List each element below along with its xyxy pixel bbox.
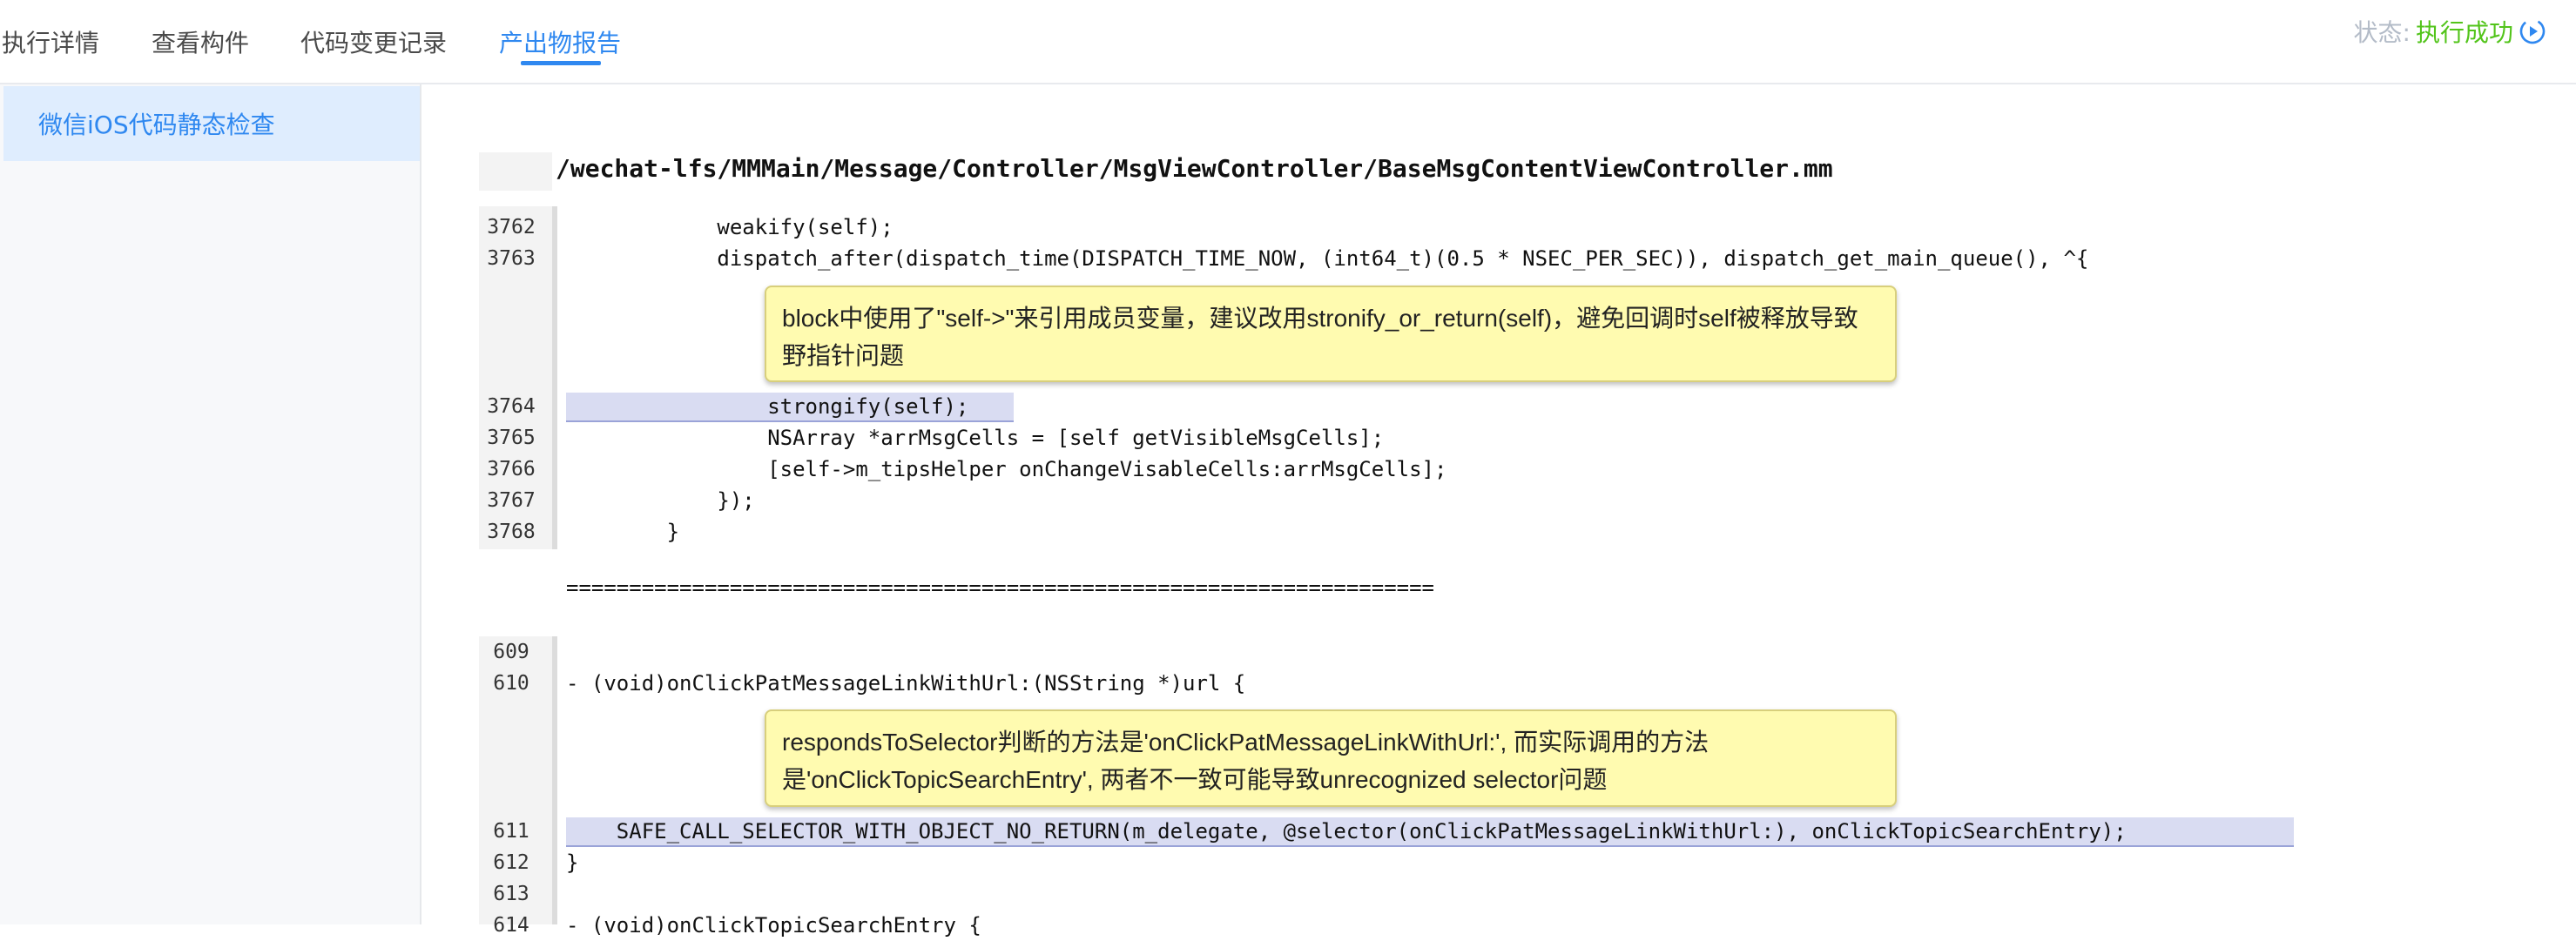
code-line: 614 - (void)onClickTopicSearchEntry { [423, 910, 2574, 941]
line-number: 3766 [487, 458, 536, 481]
tab-execution-details[interactable]: 执行详情 [2, 0, 99, 83]
code-line-highlighted: 3764 strongify(self); [423, 391, 2574, 422]
code-line: 613 [423, 878, 2574, 910]
code-line: 3766 [self->m_tipsHelper onChangeVisable… [423, 454, 2574, 485]
file-separator: ========================================… [566, 575, 1434, 600]
line-number: 609 [493, 641, 529, 663]
file-path: /wechat-lfs/MMMain/Message/Controller/Ms… [556, 154, 1833, 183]
issue-note-selector-mismatch: respondsToSelector判断的方法是'onClickPatMessa… [765, 709, 1897, 807]
line-number: 612 [493, 851, 529, 874]
tab-view-artifacts[interactable]: 查看构件 [152, 0, 249, 83]
line-number: 3762 [487, 216, 536, 239]
tab-output-report[interactable]: 产出物报告 [499, 0, 621, 83]
sidebar-item-label: 微信iOS代码静态检查 [38, 111, 275, 139]
code-line: 3763 dispatch_after(dispatch_time(DISPAT… [423, 243, 2574, 274]
status-label: 状态: [2353, 18, 2411, 47]
active-tab-indicator [521, 61, 601, 65]
line-number: 3767 [487, 489, 536, 512]
code-line: 3768 } [423, 516, 2574, 548]
code-text: }); [566, 488, 755, 513]
top-tab-bar: 执行详情 查看构件 代码变更记录 产出物报告 状态: 执行成功 [0, 0, 2576, 84]
code-line: 3767 }); [423, 485, 2574, 516]
code-line: 609 [423, 636, 2574, 668]
report-content: /wechat-lfs/MMMain/Message/Controller/Ms… [423, 84, 2576, 938]
play-circle-icon[interactable] [2519, 17, 2546, 45]
tab-code-change-log[interactable]: 代码变更记录 [300, 0, 447, 83]
line-number: 3763 [487, 247, 536, 270]
line-number: 3764 [487, 395, 536, 418]
code-line: 3765 NSArray *arrMsgCells = [self getVis… [423, 422, 2574, 454]
code-text: } [566, 520, 680, 544]
code-text: NSArray *arrMsgCells = [self getVisibleM… [566, 426, 1385, 450]
code-text: [self->m_tipsHelper onChangeVisableCells… [566, 457, 1447, 481]
status-value: 执行成功 [2415, 18, 2513, 47]
line-number: 3765 [487, 427, 536, 449]
sidebar-item-wechat-ios-static-check[interactable]: 微信iOS代码静态检查 [3, 86, 420, 161]
line-number: 614 [493, 914, 529, 937]
code-text: weakify(self); [566, 215, 894, 239]
line-number: 610 [493, 672, 529, 695]
status-indicator: 状态: 执行成功 [2354, 0, 2546, 63]
issue-note-self-reference: block中使用了"self->"来引用成员变量，建议改用stronify_or… [765, 286, 1897, 382]
code-text: - (void)onClickPatMessageLinkWithUrl:(NS… [566, 671, 1246, 696]
code-text: SAFE_CALL_SELECTOR_WITH_OBJECT_NO_RETURN… [566, 819, 2127, 844]
line-number: 611 [493, 820, 529, 843]
code-line-highlighted: 611 SAFE_CALL_SELECTOR_WITH_OBJECT_NO_RE… [423, 816, 2574, 847]
code-text: dispatch_after(dispatch_time(DISPATCH_TI… [566, 246, 2089, 271]
line-number: 613 [493, 883, 529, 905]
line-number: 3768 [487, 521, 536, 543]
gutter-header [479, 152, 552, 191]
code-text: - (void)onClickTopicSearchEntry { [566, 913, 981, 938]
code-line: 610 - (void)onClickPatMessageLinkWithUrl… [423, 668, 2574, 699]
code-text: } [566, 850, 579, 875]
code-text: strongify(self); [566, 394, 969, 419]
code-line: 612 } [423, 847, 2574, 878]
code-line: 3762 weakify(self); [423, 212, 2574, 243]
sidebar: 微信iOS代码静态检查 [0, 84, 421, 924]
